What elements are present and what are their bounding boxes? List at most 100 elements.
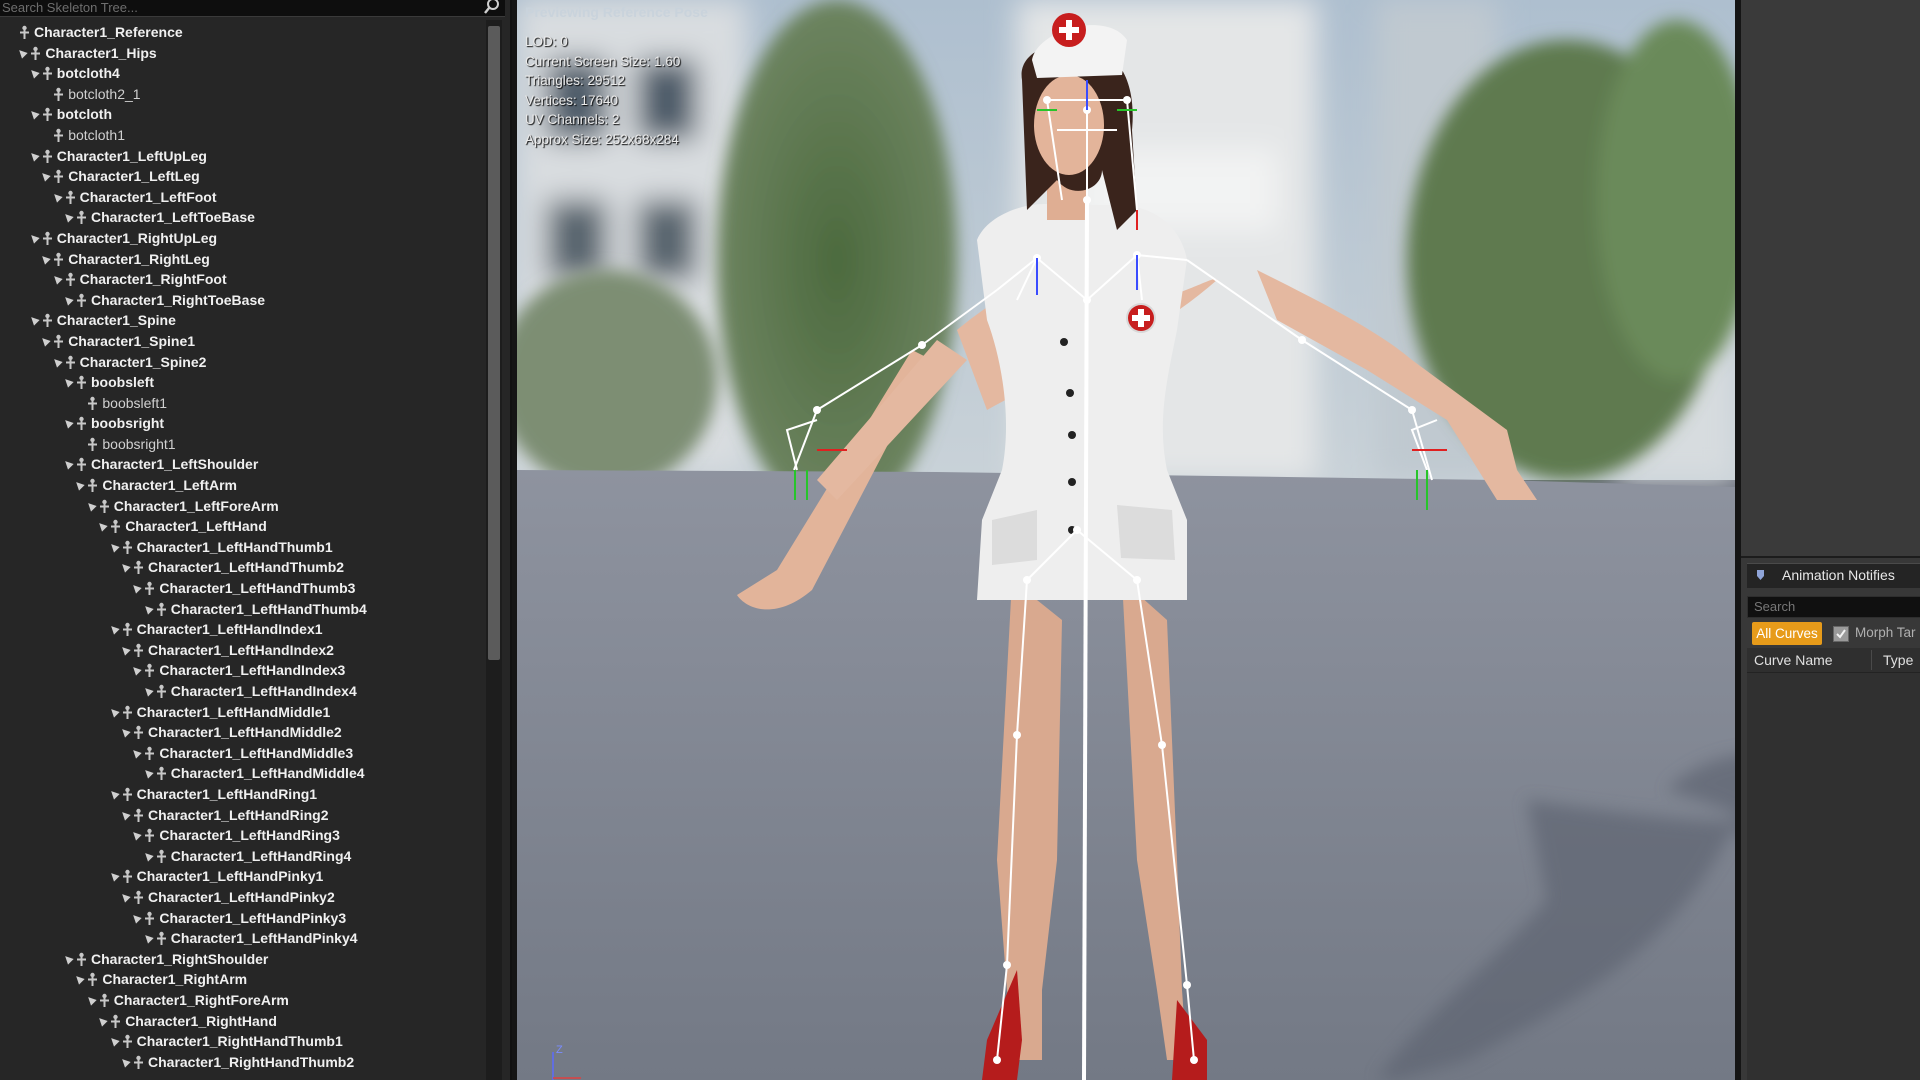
expand-arrow-icon[interactable] xyxy=(142,932,154,944)
expand-arrow-icon[interactable] xyxy=(142,602,154,615)
expand-arrow-icon[interactable] xyxy=(28,108,40,121)
expand-arrow-icon[interactable] xyxy=(28,232,40,244)
expand-arrow-icon[interactable] xyxy=(85,994,97,1006)
tree-item[interactable]: Character1_RightHand xyxy=(0,1011,480,1032)
tree-item[interactable]: Character1_Spine2 xyxy=(0,352,480,373)
tree-item[interactable]: botcloth2_1 xyxy=(0,84,480,105)
tree-item[interactable]: Character1_LeftHandRing1 xyxy=(0,784,480,805)
expand-arrow-icon[interactable] xyxy=(107,1035,120,1047)
tree-item[interactable]: Character1_LeftHandMiddle4 xyxy=(0,763,480,784)
tree-item[interactable]: Character1_RightHandThumb2 xyxy=(0,1052,480,1073)
tree-item[interactable]: Character1_RightArm xyxy=(0,969,480,990)
expand-arrow-icon[interactable] xyxy=(62,376,74,388)
expand-arrow-icon[interactable] xyxy=(62,294,74,306)
expand-arrow-icon[interactable] xyxy=(62,211,74,224)
tree-item[interactable]: Character1_LeftHandPinky2 xyxy=(0,887,480,908)
tree-item[interactable]: Character1_LeftHandRing4 xyxy=(0,846,480,867)
tree-item[interactable]: Character1_RightForeArm xyxy=(0,990,480,1011)
tree-item[interactable]: Character1_LeftHandPinky1 xyxy=(0,866,480,887)
expand-arrow-icon[interactable] xyxy=(107,541,120,553)
tree-scrollbar-thumb[interactable] xyxy=(488,26,500,660)
expand-arrow-icon[interactable] xyxy=(62,417,74,429)
tree-item[interactable]: Character1_Reference xyxy=(0,22,480,43)
expand-arrow-icon[interactable] xyxy=(130,747,143,759)
expand-arrow-icon[interactable] xyxy=(107,788,120,800)
tree-item[interactable]: Character1_LeftHandMiddle1 xyxy=(0,702,480,723)
viewport[interactable]: Previewing Reference Pose LOD: 0 Current… xyxy=(517,0,1735,1080)
expand-arrow-icon[interactable] xyxy=(50,191,63,203)
tree-item[interactable]: Character1_LeftHandPinky3 xyxy=(0,908,480,929)
expand-arrow-icon[interactable] xyxy=(16,46,29,59)
expand-arrow-icon[interactable] xyxy=(142,850,154,862)
column-curve-name[interactable]: Curve Name xyxy=(1754,652,1833,668)
expand-arrow-icon[interactable] xyxy=(28,67,40,79)
tree-item[interactable]: Character1_LeftToeBase xyxy=(0,207,480,228)
tree-item[interactable]: Character1_LeftHandThumb1 xyxy=(0,537,480,558)
tree-item[interactable]: boobsright1 xyxy=(0,434,480,455)
tree-item[interactable]: Character1_LeftFoot xyxy=(0,187,480,208)
tree-item[interactable]: Character1_LeftHandIndex3 xyxy=(0,660,480,681)
expand-arrow-icon[interactable] xyxy=(28,314,40,326)
expand-arrow-icon[interactable] xyxy=(130,582,143,594)
tree-item[interactable]: Character1_LeftShoulder xyxy=(0,454,480,475)
tree-item[interactable]: Character1_RightHandThumb1 xyxy=(0,1031,480,1052)
tree-item[interactable]: Character1_LeftHandMiddle3 xyxy=(0,743,480,764)
tree-item[interactable]: Character1_Spine xyxy=(0,310,480,331)
tree-item[interactable]: Character1_Hips xyxy=(0,43,480,64)
tree-item[interactable]: Character1_LeftArm xyxy=(0,475,480,496)
tree-item[interactable]: boobsleft1 xyxy=(0,393,480,414)
tree-item[interactable]: Character1_LeftHandIndex2 xyxy=(0,640,480,661)
tree-item[interactable]: botcloth4 xyxy=(0,63,480,84)
expand-arrow-icon[interactable] xyxy=(119,891,131,903)
tree-item[interactable]: Character1_RightLeg xyxy=(0,249,480,270)
morph-target-checkbox[interactable] xyxy=(1833,626,1849,642)
expand-arrow-icon[interactable] xyxy=(39,252,51,265)
skeleton-search-input[interactable] xyxy=(0,0,472,15)
tree-item[interactable]: Character1_LeftHandThumb3 xyxy=(0,578,480,599)
column-divider[interactable] xyxy=(1871,650,1872,670)
curve-search-input[interactable] xyxy=(1748,597,1914,615)
tree-item[interactable]: Character1_LeftHand xyxy=(0,516,480,537)
expand-arrow-icon[interactable] xyxy=(96,520,108,532)
tree-item[interactable]: Character1_LeftHandRing3 xyxy=(0,825,480,846)
expand-arrow-icon[interactable] xyxy=(50,273,63,285)
expand-arrow-icon[interactable] xyxy=(119,808,131,821)
tree-item[interactable]: Character1_LeftHandPinky4 xyxy=(0,928,480,949)
expand-arrow-icon[interactable] xyxy=(119,644,131,656)
tree-item[interactable]: Character1_RightShoulder xyxy=(0,949,480,970)
expand-arrow-icon[interactable] xyxy=(39,335,51,347)
tree-item[interactable]: boobsleft xyxy=(0,372,480,393)
expand-arrow-icon[interactable] xyxy=(107,705,120,718)
tab-animation-notifies[interactable]: Animation Notifies xyxy=(1747,563,1920,588)
expand-arrow-icon[interactable] xyxy=(130,911,143,924)
tree-item[interactable]: Character1_RightUpLeg xyxy=(0,228,480,249)
tree-item[interactable]: Character1_LeftHandThumb2 xyxy=(0,557,480,578)
tree-item[interactable]: Character1_LeftHandRing2 xyxy=(0,805,480,826)
expand-arrow-icon[interactable] xyxy=(142,685,154,697)
tree-item[interactable]: botcloth xyxy=(0,104,480,125)
tree-item[interactable]: Character1_LeftHandIndex1 xyxy=(0,619,480,640)
expand-arrow-icon[interactable] xyxy=(96,1014,108,1027)
expand-arrow-icon[interactable] xyxy=(130,664,143,677)
tree-item[interactable]: Character1_RightToeBase xyxy=(0,290,480,311)
column-type[interactable]: Type xyxy=(1883,652,1913,668)
all-curves-button[interactable]: All Curves xyxy=(1752,622,1822,645)
expand-arrow-icon[interactable] xyxy=(107,623,120,635)
expand-arrow-icon[interactable] xyxy=(107,870,120,883)
search-icon[interactable] xyxy=(483,0,501,15)
expand-arrow-icon[interactable] xyxy=(85,499,97,512)
tree-item[interactable]: Character1_RightFoot xyxy=(0,269,480,290)
expand-arrow-icon[interactable] xyxy=(73,479,86,491)
expand-arrow-icon[interactable] xyxy=(119,1056,131,1068)
tree-item[interactable]: Character1_LeftLeg xyxy=(0,166,480,187)
expand-arrow-icon[interactable] xyxy=(119,561,131,574)
tree-item[interactable]: Character1_LeftHandIndex4 xyxy=(0,681,480,702)
tree-item[interactable]: Character1_Spine1 xyxy=(0,331,480,352)
tree-item[interactable]: Character1_LeftUpLeg xyxy=(0,146,480,167)
expand-arrow-icon[interactable] xyxy=(62,458,74,471)
expand-arrow-icon[interactable] xyxy=(39,170,51,182)
tree-item[interactable]: boobsright xyxy=(0,413,480,434)
expand-arrow-icon[interactable] xyxy=(142,767,154,780)
expand-arrow-icon[interactable] xyxy=(28,149,40,162)
expand-arrow-icon[interactable] xyxy=(50,355,63,368)
